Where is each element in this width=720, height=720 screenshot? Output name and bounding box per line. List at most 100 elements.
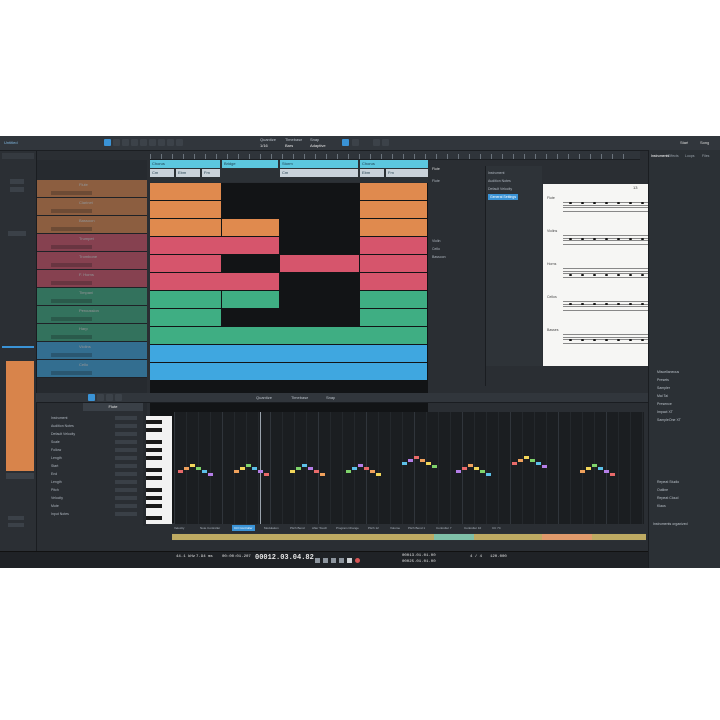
score-row[interactable]: Instrument [488,170,505,176]
midi-note[interactable] [414,456,419,459]
lane-tab[interactable]: Controller 7 [434,525,454,531]
time-signature[interactable]: 4 / 4 [470,555,482,559]
midi-note[interactable] [486,473,491,476]
start-page-tab[interactable]: Start [680,140,688,145]
editor-param-field[interactable] [115,472,137,476]
midi-note[interactable] [208,473,213,476]
piano-black-key[interactable] [146,456,162,460]
midi-note[interactable] [346,470,351,473]
midi-note[interactable] [234,470,239,473]
track-header[interactable]: Trumpet [37,234,147,252]
editor-param[interactable]: Default Velocity [51,431,75,437]
midi-note[interactable] [402,462,407,465]
lane-tab[interactable]: Pitch Bend 1 [406,525,427,531]
track-instrument-slot[interactable] [51,263,92,267]
score-note[interactable] [641,238,644,240]
snap-select[interactable]: Adaptive [310,143,326,148]
midi-note[interactable] [196,467,201,470]
channel-name-field[interactable] [6,473,34,479]
lane-tab[interactable]: Ctrl Controller [232,525,255,531]
track-instrument-slot[interactable] [51,353,92,357]
track-instrument-slot[interactable] [51,245,92,249]
editor-param-field[interactable] [115,456,137,460]
arrangement-clip[interactable] [150,219,221,236]
ripple-edit-icon[interactable] [352,139,359,146]
midi-note[interactable] [432,465,437,468]
inspector-list-item[interactable]: Flute [432,178,440,184]
midi-note[interactable] [246,464,251,467]
editor-param[interactable]: Scale [51,439,60,445]
editor-param[interactable]: Audition Notes [51,423,74,429]
midi-note[interactable] [352,467,357,470]
midi-note[interactable] [456,470,461,473]
browser-item[interactable]: Outline [657,488,668,492]
quantize-select[interactable]: 1/16 [260,143,268,148]
editor-param[interactable]: Instrument [51,415,68,421]
track-header[interactable]: Harp [37,324,147,342]
track-instrument-slot[interactable] [51,299,92,303]
score-note[interactable] [629,238,632,240]
lane-tab[interactable]: Program Change [334,525,361,531]
midi-note[interactable] [512,462,517,465]
midi-note[interactable] [296,467,301,470]
timeline-ruler[interactable] [150,151,640,160]
arrangement-clip[interactable] [360,219,427,236]
editor-param[interactable]: End [51,471,57,477]
midi-note[interactable] [370,470,375,473]
track-header[interactable]: Flute [37,180,147,198]
play-button-icon[interactable] [347,558,352,563]
score-note[interactable] [593,202,596,204]
midi-note[interactable] [580,470,585,473]
lane-tab[interactable]: Pitch 12 [366,525,381,531]
editor-param[interactable]: Length [51,479,62,485]
score-note[interactable] [605,274,608,276]
midi-note[interactable] [524,456,529,459]
arrangement-clip[interactable] [360,201,427,218]
midi-note[interactable] [462,467,467,470]
sidebar-button-3[interactable] [8,231,26,236]
midi-note[interactable] [190,464,195,467]
browser-item[interactable]: Presets [657,378,669,382]
forward-button-icon[interactable] [331,558,336,563]
song-page-tab[interactable]: Song [700,140,709,145]
loop-button-icon[interactable] [315,558,320,563]
stop-button-icon[interactable] [339,558,344,563]
arrangement-clip[interactable] [150,363,427,380]
arranger-section-1[interactable]: Chorus [150,160,220,168]
piano-black-key[interactable] [146,420,162,424]
score-note[interactable] [641,303,644,305]
score-note[interactable] [629,202,632,204]
chord-lane[interactable] [172,533,646,541]
midi-note[interactable] [202,470,207,473]
editor-param-field[interactable] [115,440,137,444]
browser-tab[interactable]: Loops [685,154,695,158]
eraser-tool-icon[interactable] [122,139,129,146]
editor-param-field[interactable] [115,504,137,508]
piano-black-key[interactable] [146,468,162,472]
score-note[interactable] [629,303,632,305]
midi-note[interactable] [364,467,369,470]
browser-item[interactable]: Miscellaneous [657,370,679,374]
arrangement-clip[interactable] [360,291,427,308]
editor-param-field[interactable] [115,496,137,500]
midi-note[interactable] [586,467,591,470]
track-header[interactable]: Bassoon [37,216,147,234]
score-note[interactable] [617,202,620,204]
arranger-section-2[interactable]: Bridge [222,160,278,168]
midi-note[interactable] [474,467,479,470]
score-note[interactable] [641,274,644,276]
score-note[interactable] [569,238,572,240]
browser-item[interactable]: SampleOne XT [657,418,681,422]
midi-note[interactable] [264,473,269,476]
sidebar-button-4[interactable] [8,516,24,520]
score-note[interactable] [569,303,572,305]
mixer-toggle-icon[interactable] [373,139,380,146]
score-note[interactable] [617,339,620,341]
chord-6[interactable]: Fm [386,169,428,177]
editor-param-field[interactable] [115,448,137,452]
editor-arrow-icon[interactable] [88,394,95,401]
piano-roll-grid[interactable] [174,412,644,524]
inspector-list-item[interactable]: Cello [432,246,440,252]
piano-black-key[interactable] [146,516,162,520]
score-note[interactable] [593,274,596,276]
